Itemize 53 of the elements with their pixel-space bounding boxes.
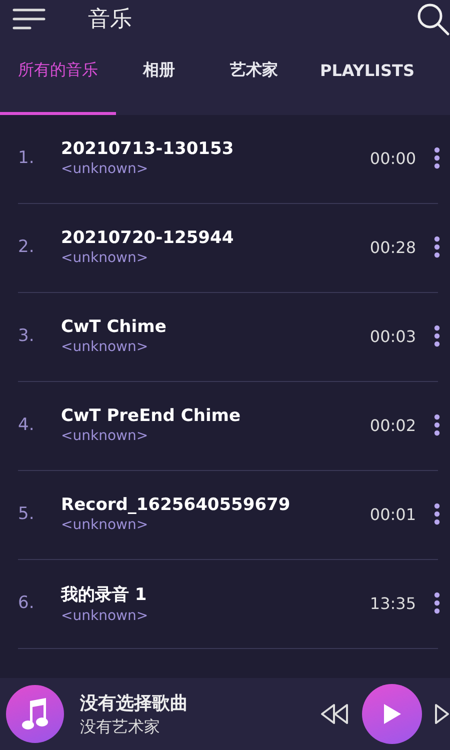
- app-title: 音乐: [88, 6, 132, 34]
- previous-button[interactable]: [320, 703, 350, 725]
- more-button[interactable]: [434, 503, 442, 525]
- song-duration: 13:35: [370, 594, 416, 612]
- more-icon: [434, 503, 440, 525]
- search-icon: [416, 2, 450, 36]
- song-title[interactable]: 我的录音 1: [61, 582, 370, 606]
- fast-forward-icon: [434, 703, 450, 725]
- track-number: 6.: [18, 593, 36, 613]
- song-title[interactable]: 20210720-125944: [61, 228, 370, 248]
- track-number: 4.: [18, 415, 36, 435]
- track-number: 1.: [18, 148, 36, 168]
- song-title[interactable]: 20210713-130153: [61, 139, 370, 159]
- song-duration: 00:28: [370, 238, 416, 256]
- more-button[interactable]: [434, 147, 442, 169]
- now-playing-artist: 没有艺术家: [80, 716, 161, 738]
- track-number: 3.: [18, 326, 36, 346]
- more-button[interactable]: [434, 325, 442, 347]
- more-icon: [434, 236, 440, 258]
- song-duration: 00:03: [370, 326, 416, 346]
- song-duration: 00:01: [370, 504, 416, 524]
- play-icon: [382, 703, 402, 725]
- menu-button[interactable]: [12, 7, 46, 31]
- song-title[interactable]: Record_1625640559679: [61, 495, 370, 515]
- rewind-icon: [320, 703, 350, 725]
- next-button[interactable]: [434, 703, 450, 725]
- song-duration: 00:02: [370, 416, 416, 434]
- more-icon: [434, 147, 440, 169]
- track-number: 5.: [18, 504, 36, 524]
- more-button[interactable]: [434, 236, 442, 258]
- song-artist: <unknown>: [61, 339, 150, 355]
- tab[interactable]: 艺术家: [212, 52, 312, 115]
- more-button[interactable]: [434, 414, 442, 436]
- song-artist: <unknown>: [61, 250, 150, 266]
- song-artist: <unknown>: [61, 161, 150, 177]
- tab[interactable]: PLAYLISTS: [312, 52, 414, 115]
- tab[interactable]: 相册: [116, 52, 212, 115]
- search-button[interactable]: [416, 2, 450, 36]
- menu-icon: [12, 7, 46, 31]
- song-title[interactable]: CwT PreEnd Chime: [61, 406, 370, 426]
- song-artist: <unknown>: [61, 428, 150, 444]
- more-button[interactable]: [434, 592, 442, 614]
- song-artist: <unknown>: [61, 517, 150, 533]
- song-artist: <unknown>: [61, 608, 150, 624]
- more-icon: [434, 325, 440, 347]
- music-note-icon: [21, 697, 49, 731]
- now-playing-title: 没有选择歌曲: [80, 692, 188, 714]
- track-number: 2.: [18, 237, 36, 257]
- song-title[interactable]: CwT Chime: [61, 317, 370, 337]
- more-icon: [434, 414, 440, 436]
- song-duration: 00:00: [370, 148, 416, 168]
- more-icon: [434, 592, 440, 614]
- tab[interactable]: 所有的音乐: [0, 52, 116, 115]
